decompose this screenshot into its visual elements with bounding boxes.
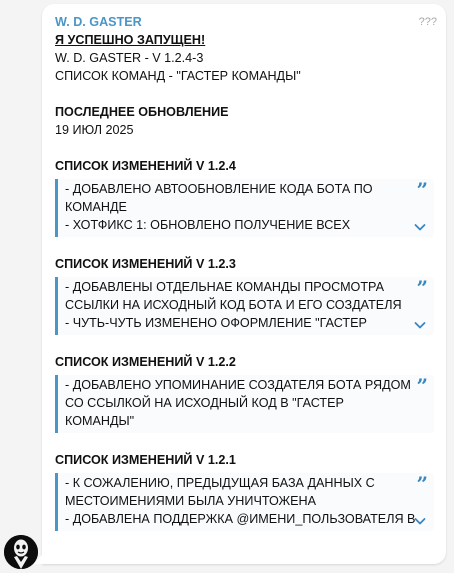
quote-icon: ”: [416, 473, 428, 496]
changelog-line: ССЫЛКИ НА ИСХОДНЫЙ КОД БОТА И ЕГО СОЗДАТ…: [65, 298, 402, 312]
changelog-line: - ДОБАВЛЕНО АВТООБНОВЛЕНИЕ КОДА БОТА ПО: [65, 182, 373, 196]
launch-heading: Я УСПЕШНО ЗАПУЩЕН!: [55, 33, 206, 47]
sender-name[interactable]: W. D. GASTER: [55, 13, 434, 31]
views-count: ???: [418, 16, 437, 28]
version-line: W. D. GASTER - V 1.2.4-3: [55, 51, 204, 65]
chevron-down-icon[interactable]: [413, 318, 427, 332]
commands-line: СПИСОК КОМАНД - "ГАСТЕР КОМАНДЫ": [55, 69, 301, 83]
changelog-line: КОМАНДЫ": [65, 414, 135, 428]
avatar[interactable]: [4, 535, 38, 569]
last-update-title: ПОСЛЕДНЕЕ ОБНОВЛЕНИЕ: [55, 105, 229, 119]
changelog-blockquote[interactable]: - К СОЖАЛЕНИЮ, ПРЕДЫДУЩАЯ БАЗА ДАННЫХ С М…: [55, 473, 434, 531]
changelog-line: - К СОЖАЛЕНИЮ, ПРЕДЫДУЩАЯ БАЗА ДАННЫХ С: [65, 476, 375, 490]
quote-icon: ”: [416, 277, 428, 300]
gaster-avatar-icon: [4, 535, 38, 569]
last-update-date: 19 ИЮЛ 2025: [55, 123, 134, 137]
chevron-down-icon[interactable]: [413, 220, 427, 234]
changelog-blockquote[interactable]: - ДОБАВЛЕНО УПОМИНАНИЕ СОЗДАТЕЛЯ БОТА РЯ…: [55, 375, 434, 433]
changelog-title: СПИСОК ИЗМЕНЕНИЙ V 1.2.3: [55, 257, 236, 271]
changelog-line: - ХОТФИКС 1: ОБНОВЛЕНО ПОЛУЧЕНИЕ ВСЕХ: [65, 218, 351, 232]
changelog-line: - ДОБАВЛЕНЫ ОТДЕЛЬНАЕ КОМАНДЫ ПРОСМОТРА: [65, 280, 385, 294]
changelog-list: СПИСОК ИЗМЕНЕНИЙ V 1.2.4 - ДОБАВЛЕНО АВТО…: [55, 139, 434, 531]
changelog-line: - ЧУТЬ-ЧУТЬ ИЗМЕНЕНО ОФОРМЛЕНИЕ "ГАСТЕР: [65, 316, 367, 330]
changelog-blockquote[interactable]: - ДОБАВЛЕНО АВТООБНОВЛЕНИЕ КОДА БОТА ПО К…: [55, 179, 434, 237]
changelog-line: - ДОБАВЛЕНО УПОМИНАНИЕ СОЗДАТЕЛЯ БОТА РЯ…: [65, 378, 411, 392]
changelog-blockquote[interactable]: - ДОБАВЛЕНЫ ОТДЕЛЬНАЕ КОМАНДЫ ПРОСМОТРА С…: [55, 277, 434, 335]
chevron-down-icon[interactable]: [413, 514, 427, 528]
changelog-line: МЕСТОИМЕНИЯМИ БЫЛА УНИЧТОЖЕНА: [65, 494, 317, 508]
changelog-title: СПИСОК ИЗМЕНЕНИЙ V 1.2.2: [55, 355, 236, 369]
changelog-line: КОМАНДЕ: [65, 200, 127, 214]
changelog-line: СО ССЫЛКОЙ НА ИСХОДНЫЙ КОД В "ГАСТЕР: [65, 396, 344, 410]
message-bubble[interactable]: W. D. GASTER ??? Я УСПЕШНО ЗАПУЩЕН! W. D…: [34, 4, 446, 564]
changelog-title: СПИСОК ИЗМЕНЕНИЙ V 1.2.4: [55, 159, 236, 173]
changelog-title: СПИСОК ИЗМЕНЕНИЙ V 1.2.1: [55, 453, 236, 467]
changelog-line: - ДОБАВЛЕНА ПОДДЕРЖКА @ИМЕНИ_ПОЛЬЗОВАТЕЛ…: [65, 512, 416, 526]
quote-icon: ”: [416, 179, 428, 202]
quote-icon: ”: [416, 374, 428, 398]
